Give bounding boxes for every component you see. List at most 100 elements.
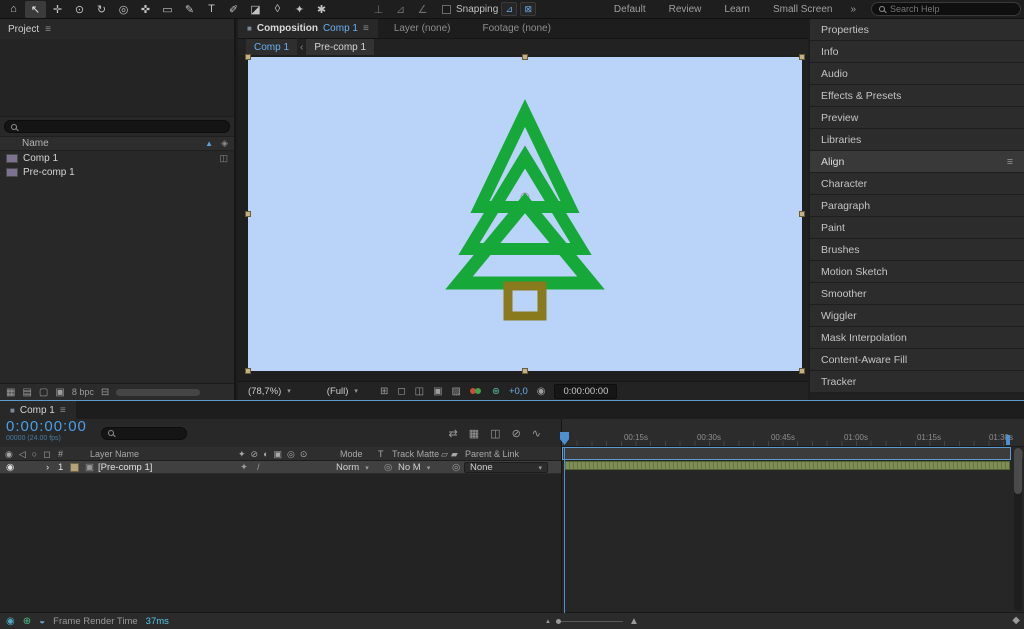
layer-track-matte-dropdown[interactable]: No M▾ [398, 461, 430, 474]
sidebar-item-mask-interpolation[interactable]: Mask Interpolation [810, 327, 1024, 349]
view-axis-icon[interactable]: ∠ [412, 1, 433, 18]
roto-brush-tool[interactable]: ✦ [289, 1, 310, 18]
layer-handle[interactable] [799, 368, 805, 374]
frame-blending-icon[interactable]: ◫ [490, 427, 500, 440]
parent-link-column-label[interactable]: Parent & Link [465, 447, 519, 461]
layer-duration-bar[interactable] [564, 461, 1010, 470]
preview-timecode[interactable]: 0:00:00:00 [554, 384, 617, 399]
list-view-icon[interactable]: ▤ [22, 387, 31, 398]
timeline-tab-comp1[interactable]: ■ Comp 1 ≡ [0, 401, 76, 419]
sidebar-item-properties[interactable]: Properties [810, 19, 1024, 41]
clone-stamp-tool[interactable]: ◪ [245, 1, 266, 18]
layer-handle[interactable] [245, 368, 251, 374]
breadcrumb-comp1[interactable]: Comp 1 [246, 39, 297, 55]
project-search[interactable] [4, 120, 230, 133]
layer-handle[interactable] [522, 368, 528, 374]
help-search[interactable] [871, 2, 1021, 16]
channels-icon[interactable] [470, 386, 483, 396]
lock-column-icon[interactable]: ◻ [43, 449, 50, 460]
project-search-input[interactable] [22, 122, 223, 132]
thumbnail-view-icon[interactable]: ▦ [6, 387, 15, 398]
snap-features-icon[interactable]: ⊠ [520, 2, 536, 16]
layer-row-precomp1[interactable]: ◉ › 1 ▣ [Pre-comp 1] ✦ / Norm▾ ◎ No M▾ ◎… [0, 461, 561, 474]
timeline-search-input[interactable] [119, 428, 180, 438]
project-panel-menu-icon[interactable]: ≡ [45, 24, 51, 35]
sidebar-item-effects-presets[interactable]: Effects & Presets [810, 85, 1024, 107]
grid-options-icon[interactable]: ⊞ [380, 386, 388, 397]
layer-handle[interactable] [522, 54, 528, 60]
layer-name[interactable]: [Pre-comp 1] [98, 461, 152, 474]
tab-footage[interactable]: Footage (none) [467, 19, 567, 38]
project-bpc-label[interactable]: 8 bpc [72, 387, 94, 397]
draft-3d-icon[interactable]: ▦ [469, 427, 479, 440]
sidebar-item-wiggler[interactable]: Wiggler [810, 305, 1024, 327]
t-column-label[interactable]: T [378, 447, 384, 461]
layer-shy-icon[interactable]: ✦ [240, 461, 248, 474]
pan-behind-tool[interactable]: ✜ [135, 1, 156, 18]
selection-tool[interactable]: ↖ [25, 1, 46, 18]
timeline-zoom-control[interactable]: ▲ ▲ [545, 613, 639, 629]
current-timecode[interactable]: 0:00:00:00 00000 (24.00 fps) [6, 421, 87, 445]
guides-icon[interactable]: ◻ [397, 386, 405, 397]
sidebar-item-align[interactable]: Align≡ [810, 151, 1024, 173]
sidebar-item-tracker[interactable]: Tracker [810, 371, 1024, 393]
sort-arrow-icon[interactable]: ▲ [205, 139, 213, 148]
current-time-indicator[interactable] [564, 447, 565, 613]
draft-mode-icon[interactable]: ⊕ [23, 616, 31, 627]
exposure-offset[interactable]: +0,0 [509, 386, 528, 397]
layer-handle[interactable] [799, 54, 805, 60]
graph-editor-icon[interactable]: ∿ [532, 427, 541, 440]
sidebar-item-paint[interactable]: Paint [810, 217, 1024, 239]
eye-column-icon[interactable]: ◉ [5, 449, 13, 460]
local-axis-icon[interactable]: ⊥ [368, 1, 389, 18]
zoom-in-icon[interactable]: ▲ [629, 616, 639, 627]
sidebar-item-character[interactable]: Character [810, 173, 1024, 195]
brush-tool[interactable]: ✐ [223, 1, 244, 18]
effects-icon[interactable]: ▣ [274, 449, 283, 460]
layer-twirl-icon[interactable]: › [46, 461, 49, 474]
matte-b-icon[interactable]: ▰ [451, 449, 458, 460]
project-name-header[interactable]: Name ▲ ◈ [0, 136, 234, 151]
sidebar-item-smoother[interactable]: Smoother [810, 283, 1024, 305]
sidebar-item-brushes[interactable]: Brushes [810, 239, 1024, 261]
resolution-dropdown[interactable]: (Full)▾ [327, 386, 358, 397]
pen-tool[interactable]: ✎ [179, 1, 200, 18]
panel-menu-icon[interactable]: ≡ [1007, 156, 1013, 168]
workspace-learn[interactable]: Learn [713, 4, 761, 15]
sidebar-item-preview[interactable]: Preview [810, 107, 1024, 129]
help-search-input[interactable] [890, 4, 1013, 14]
orbit-camera-tool[interactable]: ↻ [91, 1, 112, 18]
live-update-icon[interactable]: ◉ [6, 616, 15, 627]
zoom-tool[interactable]: ⊙ [69, 1, 90, 18]
zoom-slider-handle[interactable] [556, 619, 561, 624]
mini-flowchart-icon[interactable]: ⇄ [449, 427, 458, 440]
layer-handle[interactable] [799, 211, 805, 217]
matte-pickwhip-icon[interactable]: ◎ [384, 461, 392, 474]
composition-canvas[interactable] [248, 57, 802, 371]
sidebar-item-motion-sketch[interactable]: Motion Sketch [810, 261, 1024, 283]
audio-column-icon[interactable]: ◁ [19, 449, 26, 460]
pan-camera-tool[interactable]: ◎ [113, 1, 134, 18]
workspace-small-screen[interactable]: Small Screen [762, 4, 843, 15]
region-of-interest-icon[interactable]: ▣ [433, 386, 442, 397]
collapse-icon[interactable]: ⊘ [251, 449, 259, 460]
layer-handle[interactable] [245, 54, 251, 60]
tab-composition[interactable]: ■ Composition Comp 1 ≡ [238, 19, 378, 38]
scrollbar-thumb[interactable] [1014, 448, 1022, 494]
parent-pickwhip-icon[interactable]: ◎ [452, 461, 460, 474]
mask-visibility-icon[interactable]: ◫ [415, 386, 424, 397]
zoom-out-icon[interactable]: ▲ [545, 619, 551, 625]
timeline-search[interactable] [101, 427, 187, 440]
magnification-dropdown[interactable]: (78,7%)▾ [248, 386, 291, 397]
work-area-bar[interactable] [562, 447, 1011, 460]
motion-blur-col-icon[interactable]: ⊙ [300, 449, 308, 460]
mode-column-label[interactable]: Mode [340, 447, 363, 461]
puppet-tool[interactable]: ✱ [311, 1, 332, 18]
snap-edges-icon[interactable]: ⊿ [501, 2, 517, 16]
layer-label-color[interactable] [70, 463, 79, 472]
layer-mode-dropdown[interactable]: Norm▾ [336, 461, 369, 474]
layer-eye-icon[interactable]: ◉ [6, 461, 14, 474]
fast-preview-icon[interactable]: ⊛ [492, 386, 500, 397]
transparency-grid-icon[interactable]: ▨ [452, 386, 461, 397]
workspace-overflow-chevron[interactable]: » [844, 4, 862, 15]
